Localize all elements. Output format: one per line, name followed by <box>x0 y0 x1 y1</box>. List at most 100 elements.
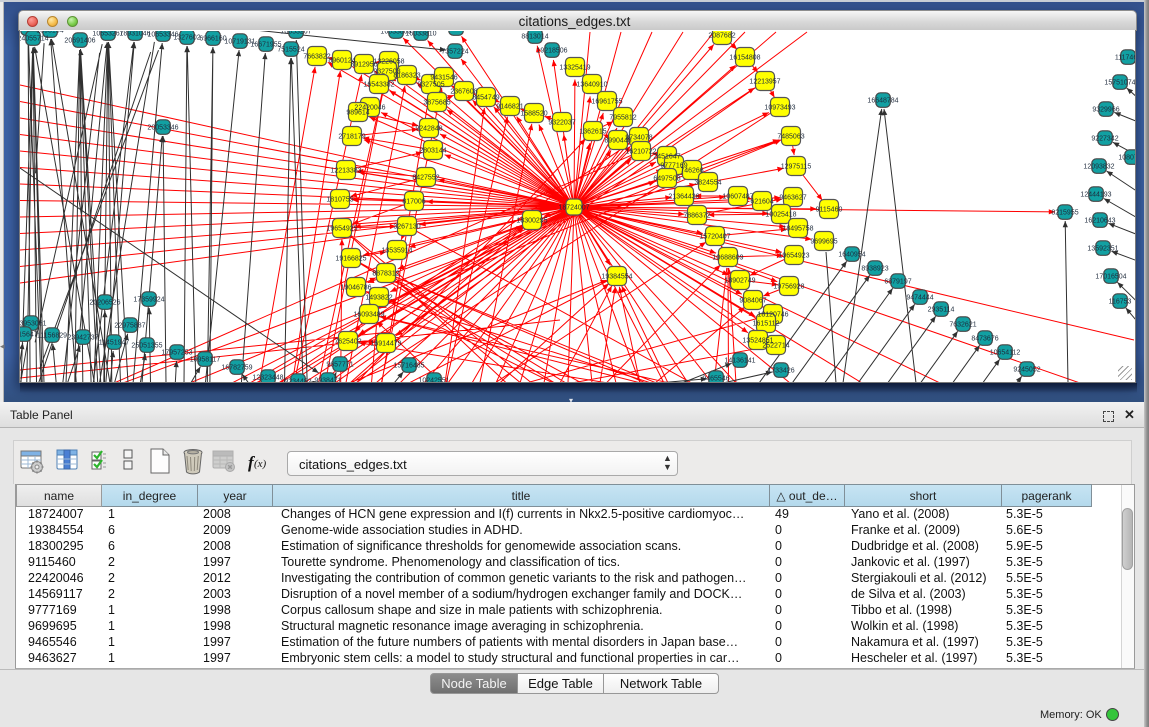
svg-text:12444193: 12444193 <box>1080 192 1111 199</box>
svg-text:21364436: 21364436 <box>668 194 699 201</box>
svg-text:16914479: 16914479 <box>370 341 401 348</box>
svg-text:7357224: 7357224 <box>441 49 468 56</box>
svg-text:11156829: 11156829 <box>37 333 67 340</box>
svg-text:8427552: 8427552 <box>412 175 439 182</box>
svg-text:18931046: 18931046 <box>119 31 150 38</box>
svg-text:12093832: 12093832 <box>1083 164 1114 171</box>
svg-text:10688609: 10688609 <box>712 255 743 262</box>
svg-text:3824554: 3824554 <box>694 180 721 187</box>
svg-text:3875685: 3875685 <box>423 100 450 107</box>
svg-text:9431546: 9431546 <box>430 75 457 82</box>
svg-text:8813014: 8813014 <box>521 34 548 41</box>
svg-text:8186323: 8186323 <box>393 73 420 80</box>
svg-text:2451647: 2451647 <box>653 154 680 161</box>
svg-text:1810755: 1810755 <box>326 197 353 204</box>
svg-text:12213957: 12213957 <box>749 79 780 86</box>
svg-text:18724007: 18724007 <box>558 205 589 212</box>
svg-text:9463627: 9463627 <box>779 195 806 202</box>
svg-text:9242848: 9242848 <box>415 126 442 133</box>
svg-text:12323448: 12323448 <box>252 375 283 382</box>
svg-text:7625402: 7625402 <box>334 339 361 346</box>
svg-text:7485063: 7485063 <box>777 134 804 141</box>
svg-text:2522714: 2522714 <box>762 343 789 350</box>
svg-text:25051355: 25051355 <box>131 343 162 350</box>
svg-text:3915647: 3915647 <box>20 332 38 339</box>
svg-text:10025418: 10025418 <box>765 212 796 219</box>
svg-text:16093489: 16093489 <box>353 312 384 319</box>
svg-text:8878312: 8878312 <box>372 271 399 278</box>
svg-text:7886372: 7886372 <box>683 213 710 220</box>
svg-text:817006: 817006 <box>402 199 425 206</box>
svg-text:10654112: 10654112 <box>990 350 1021 357</box>
svg-text:8938923: 8938923 <box>861 266 888 273</box>
svg-text:9146821: 9146821 <box>496 104 523 111</box>
svg-text:(x): (x) <box>254 458 267 470</box>
svg-text:13640910: 13640910 <box>576 82 607 89</box>
svg-text:13325419: 13325419 <box>559 65 590 72</box>
svg-text:9115460: 9115460 <box>816 207 843 214</box>
svg-text:20691406: 20691406 <box>64 38 95 45</box>
svg-text:15716485: 15716485 <box>393 363 424 370</box>
svg-text:13226058: 13226058 <box>373 59 404 66</box>
svg-text:15720407: 15720407 <box>699 234 730 241</box>
svg-text:16154808: 16154808 <box>729 55 760 62</box>
svg-text:16543382: 16543382 <box>363 82 394 89</box>
svg-text:16961755: 16961755 <box>591 99 622 106</box>
svg-text:19756928: 19756928 <box>773 284 804 291</box>
svg-text:1615112: 1615112 <box>753 321 780 328</box>
svg-text:16648784: 16648784 <box>867 98 898 105</box>
svg-text:8473676: 8473676 <box>971 336 998 343</box>
svg-text:23942737: 23942737 <box>67 335 98 342</box>
svg-text:1327602: 1327602 <box>173 35 200 42</box>
svg-text:19384554: 19384554 <box>601 274 632 281</box>
svg-text:6497508: 6497508 <box>653 176 680 183</box>
svg-text:2803144: 2803144 <box>419 148 446 155</box>
svg-text:621604: 621604 <box>750 199 773 206</box>
svg-text:7632621: 7632621 <box>949 322 976 329</box>
svg-text:1080748: 1080748 <box>1118 155 1135 162</box>
svg-text:9465546: 9465546 <box>702 376 729 383</box>
svg-text:6966160: 6966160 <box>199 36 226 43</box>
svg-text:1588520: 1588520 <box>520 111 547 118</box>
svg-text:1893104: 1893104 <box>36 31 63 35</box>
svg-text:9084067: 9084067 <box>739 298 766 305</box>
svg-text:16782759: 16782759 <box>221 365 252 372</box>
svg-text:2087682: 2087682 <box>708 33 735 40</box>
svg-text:10242551: 10242551 <box>418 378 449 383</box>
svg-text:9474444: 9474444 <box>906 295 933 302</box>
svg-text:7955812: 7955812 <box>609 115 636 122</box>
svg-text:13953081: 13953081 <box>20 321 47 328</box>
svg-text:13592351: 13592351 <box>1087 246 1118 253</box>
svg-text:13535914: 13535914 <box>381 248 412 255</box>
svg-text:10607487: 10607487 <box>722 194 753 201</box>
svg-text:19046786: 19046786 <box>340 285 371 292</box>
svg-text:10973493: 10973493 <box>764 105 795 112</box>
svg-text:17359924: 17359924 <box>133 297 164 304</box>
svg-text:17016504: 17016504 <box>1095 274 1126 281</box>
svg-text:1733426: 1733426 <box>767 368 794 375</box>
svg-text:9734078: 9734078 <box>625 135 652 142</box>
svg-text:8454749: 8454749 <box>472 95 499 102</box>
svg-text:7515524: 7515524 <box>277 47 304 54</box>
svg-text:17957253: 17957253 <box>161 350 192 357</box>
svg-text:1117463: 1117463 <box>1115 55 1135 62</box>
svg-text:10958117: 10958117 <box>190 357 221 364</box>
svg-text:18902749: 18902749 <box>724 278 755 285</box>
svg-text:9657771: 9657771 <box>326 362 353 369</box>
svg-text:19166825: 19166825 <box>335 256 366 263</box>
svg-text:11451947: 11451947 <box>99 340 130 347</box>
svg-text:20053346: 20053346 <box>147 125 178 132</box>
svg-text:19218506: 19218506 <box>536 48 567 55</box>
svg-text:16210722: 16210722 <box>625 149 656 156</box>
svg-text:1640954: 1640954 <box>838 252 865 259</box>
svg-text:1493822: 1493822 <box>365 295 392 302</box>
svg-text:20206526: 20206526 <box>89 300 120 307</box>
svg-text:1603381: 1603381 <box>442 31 469 33</box>
svg-text:15751074: 15751074 <box>1104 80 1135 87</box>
svg-text:989614: 989614 <box>346 110 369 117</box>
svg-text:6879197: 6879197 <box>884 279 911 286</box>
svg-text:18495758: 18495758 <box>782 226 813 233</box>
svg-text:9327505: 9327505 <box>417 82 444 89</box>
svg-text:116753: 116753 <box>1109 299 1132 306</box>
svg-text:19654923: 19654923 <box>778 253 809 260</box>
